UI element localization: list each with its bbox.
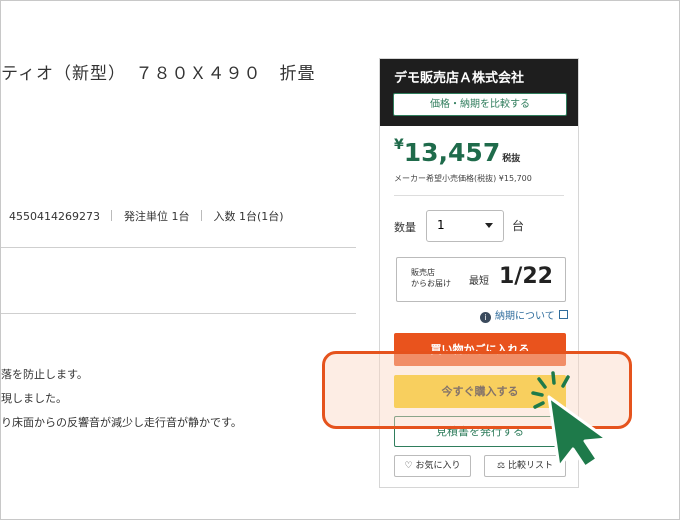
shop-header: デモ販売店Ａ株式会社 価格・納期を比較する [380,59,578,126]
quantity-select[interactable]: 1 [426,210,504,242]
product-title: ティオ（新型） ７８０Ｘ４９０ 折畳 [1,64,316,84]
pointer-cursor-icon [531,371,609,469]
delivery-box: 販売店 からお届け 最短 1/22 [396,257,566,302]
screenshot-frame: ティオ（新型） ７８０Ｘ４９０ 折畳 4550414269273 発注単位 1台… [0,0,680,520]
yen-symbol: ¥ [394,137,404,153]
section-divider [1,313,356,314]
external-link-icon [558,310,568,319]
favorite-button[interactable]: ♡ お気に入り [394,455,471,477]
delivery-from: 販売店 からお届け [411,267,451,289]
meta-divider [200,210,202,221]
description-line: り床面からの反響音が減少し走行音が静かです。 [1,416,242,429]
chevron-down-icon [485,223,493,228]
quantity-label: 数量 [394,221,416,234]
product-meta: 4550414269273 発注単位 1台 入数 1台(1台) [9,208,284,224]
price-divider [394,195,564,196]
delivery-from-line: からお届け [411,279,451,288]
delivery-date: 1/22 [499,264,553,289]
price: ¥13,457 税抜 [394,137,520,167]
description-line: 現しました。 [1,392,67,405]
jan-code: 4550414269273 [9,210,100,223]
shop-name: デモ販売店Ａ株式会社 [394,71,525,86]
tax-label: 税抜 [502,154,521,164]
delivery-info-link[interactable]: i 納期について [480,307,568,323]
quantity-unit: 台 [512,219,525,233]
heart-icon: ♡ [404,461,413,471]
delivery-from-line: 販売店 [411,268,435,277]
info-icon: i [480,312,491,323]
price-value: 13,457 [403,138,501,167]
msrp: メーカー希望小売価格(税抜) ¥15,700 [394,174,532,183]
favorite-label: お気に入り [415,461,461,471]
description-line: 落を防止します。 [1,368,88,381]
meta-divider [111,210,113,221]
order-unit: 発注単位 1台 [123,210,190,223]
delivery-info-text: 納期について [495,311,555,322]
quantity-value: 1 [437,218,445,232]
quantity-in: 入数 1台(1台) [213,210,284,223]
product-description: 落を防止します。 現しました。 り床面からの反響音が減少し走行音が静かです。 [1,363,242,435]
section-divider [1,247,356,248]
delivery-shortest-label: 最短 [469,276,489,287]
scale-icon: ⚖ [497,461,506,471]
compare-price-button[interactable]: 価格・納期を比較する [393,93,567,116]
